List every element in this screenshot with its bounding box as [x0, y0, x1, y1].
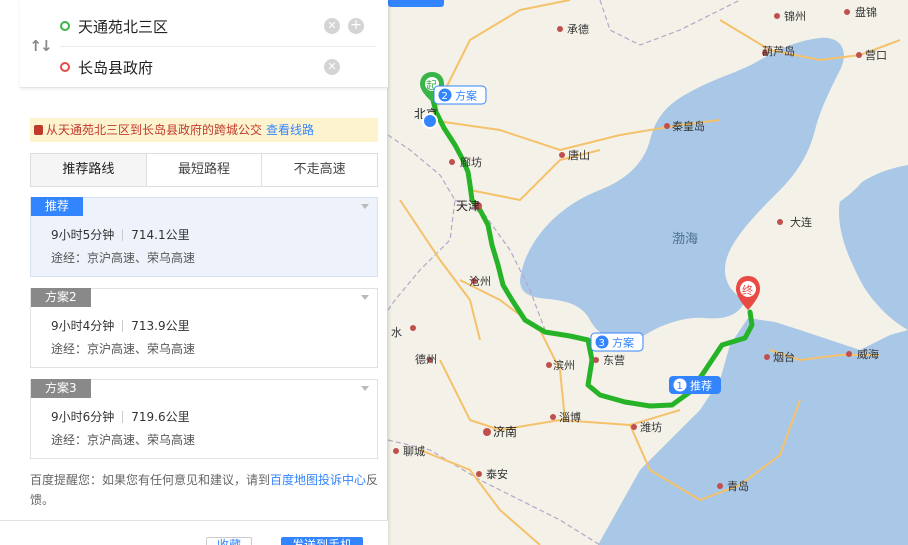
plan-time: 9小时4分钟: [51, 319, 115, 333]
svg-text:方案: 方案: [455, 89, 477, 103]
route-badge-1[interactable]: 1 推荐: [669, 376, 721, 394]
start-field[interactable]: 天通苑北三区 ✕ +: [60, 7, 376, 47]
swap-arrows-icon[interactable]: ↑↓: [28, 34, 52, 58]
svg-text:1: 1: [677, 381, 683, 392]
add-waypoint-icon[interactable]: +: [348, 18, 364, 34]
clear-end-icon[interactable]: ✕: [324, 59, 340, 75]
plan-via: 途经：京沪高速、荣乌高速: [51, 342, 196, 356]
plan-distance: 714.1公里: [131, 228, 190, 242]
city-label: 德州: [415, 352, 437, 366]
city-label: 滨州: [553, 358, 575, 372]
plan-card-3[interactable]: 方案3 9小时6分钟 719.6公里 途经：京沪高速、荣乌高速: [30, 379, 378, 459]
plan-card-1[interactable]: 推荐 9小时5分钟 714.1公里 途经：京沪高速、荣乌高速: [30, 197, 378, 277]
city-label: 东营: [603, 353, 625, 367]
favorite-button[interactable]: 收藏: [206, 537, 253, 545]
bus-notice: 从天通苑北三区到长岛县政府的跨城公交 查看线路: [30, 118, 378, 142]
city-label: 廊坊: [460, 155, 482, 169]
svg-text:终: 终: [742, 283, 753, 297]
plan-tag: 方案3: [31, 379, 91, 398]
svg-text:2: 2: [442, 91, 448, 102]
city-label: 葫芦岛: [762, 44, 795, 58]
expand-arrow-icon[interactable]: [361, 295, 369, 300]
start-dot-icon: [60, 21, 70, 31]
svg-text:方案: 方案: [612, 336, 634, 350]
end-dot-icon: [60, 62, 70, 72]
route-search-box: ↑↓ 天通苑北三区 ✕ + 长岛县政府 ✕: [20, 0, 388, 88]
city-label: 盘锦: [855, 5, 877, 19]
expand-arrow-icon[interactable]: [361, 204, 369, 209]
route-badge-2[interactable]: 2 方案: [433, 85, 487, 105]
plan-summary: 9小时6分钟 719.6公里: [51, 408, 190, 425]
city-label: 泰安: [486, 467, 508, 481]
end-input[interactable]: 长岛县政府: [78, 48, 153, 88]
svg-text:3: 3: [599, 338, 605, 349]
city-label: 营口: [865, 48, 887, 62]
plan-tag: 推荐: [31, 197, 84, 216]
view-bus-link[interactable]: 查看线路: [266, 123, 314, 137]
city-label: 大连: [790, 215, 812, 229]
city-label: 威海: [857, 347, 879, 361]
city-label: 淄博: [559, 411, 581, 424]
route-tabs: 推荐路线 最短路程 不走高速: [30, 153, 378, 187]
tab-no-highway[interactable]: 不走高速: [262, 154, 378, 186]
city-label: 唐山: [568, 148, 590, 162]
location-dot: [422, 113, 438, 129]
plan-via: 途经：京沪高速、荣乌高速: [51, 433, 196, 447]
plan-summary: 9小时4分钟 713.9公里: [51, 317, 190, 334]
start-input[interactable]: 天通苑北三区: [78, 7, 168, 47]
city-label: 天津: [456, 199, 480, 213]
tab-recommended[interactable]: 推荐路线: [31, 154, 147, 186]
end-field[interactable]: 长岛县政府 ✕: [60, 48, 376, 88]
city-label: 秦皇岛: [672, 119, 705, 133]
feedback-prefix: 百度提醒您：如果您有任何意见和建议，请到: [30, 473, 271, 487]
plan-time: 9小时6分钟: [51, 410, 115, 424]
bottom-bar: 收藏 发送到手机: [0, 520, 388, 545]
sea-label: 渤海: [672, 231, 698, 247]
route-badge-3[interactable]: 3 方案: [590, 332, 644, 352]
city-label: 承德: [567, 22, 589, 36]
plan-tag: 方案2: [31, 288, 91, 307]
plan-card-2[interactable]: 方案2 9小时4分钟 713.9公里 途经：京沪高速、荣乌高速: [30, 288, 378, 368]
city-label: 济南: [493, 424, 517, 439]
plan-summary: 9小时5分钟 714.1公里: [51, 226, 190, 243]
city-label: 锦州: [784, 9, 806, 23]
send-to-phone-button[interactable]: 发送到手机: [281, 537, 364, 545]
route-panel: ↑↓ 天通苑北三区 ✕ + 长岛县政府 ✕ 从天通苑北三区到长岛县政府的跨城公交…: [0, 0, 388, 545]
complaint-center-link[interactable]: 百度地图投诉中心: [270, 473, 366, 487]
city-label: 水: [391, 326, 402, 339]
svg-text:推荐: 推荐: [690, 379, 712, 393]
city-label: 聊城: [403, 444, 425, 458]
plan-via: 途经：京沪高速、荣乌高速: [51, 251, 196, 265]
feedback-notice: 百度提醒您：如果您有任何意见和建议，请到百度地图投诉中心反馈。: [30, 470, 380, 510]
city-label: 沧州: [469, 274, 491, 288]
city-label: 青岛: [727, 479, 749, 493]
city-label: 潍坊: [640, 420, 662, 434]
expand-arrow-icon[interactable]: [361, 386, 369, 391]
top-tab-indicator: [388, 0, 444, 7]
tab-shortest[interactable]: 最短路程: [146, 154, 263, 186]
city-label: 烟台: [773, 350, 795, 364]
plan-distance: 713.9公里: [131, 319, 190, 333]
plan-time: 9小时5分钟: [51, 228, 115, 242]
clear-start-icon[interactable]: ✕: [324, 18, 340, 34]
bus-notice-text: 从天通苑北三区到长岛县政府的跨城公交: [46, 123, 263, 137]
plan-distance: 719.6公里: [131, 410, 190, 424]
bus-icon: [34, 125, 43, 135]
